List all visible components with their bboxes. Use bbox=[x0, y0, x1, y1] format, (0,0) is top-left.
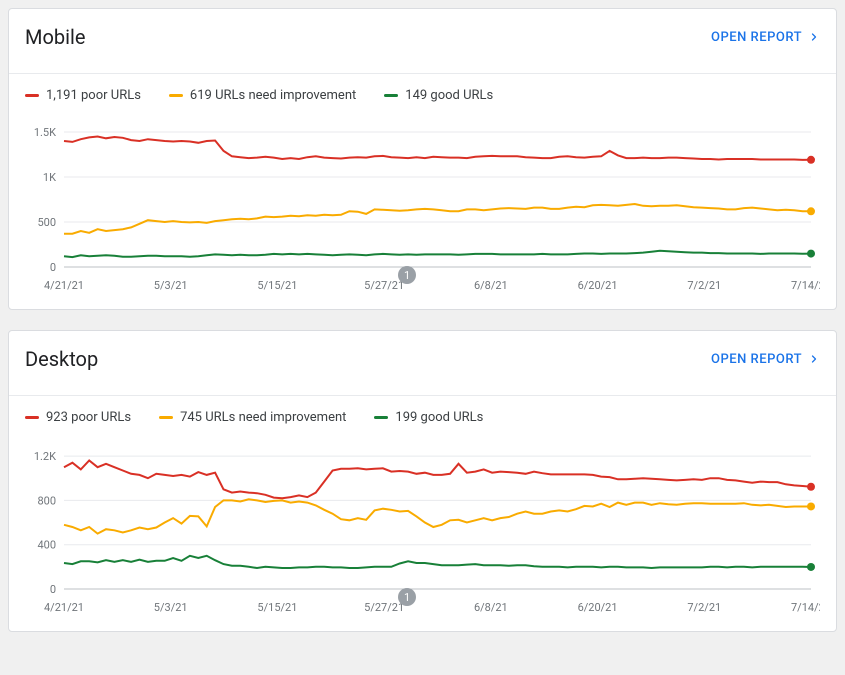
legend-item: 619 URLs need improvement bbox=[169, 88, 356, 103]
card-title: Desktop bbox=[25, 347, 98, 371]
y-tick-label: 1.2K bbox=[34, 450, 56, 463]
legend-swatch bbox=[159, 416, 173, 419]
legend-swatch bbox=[169, 94, 183, 97]
legend-swatch bbox=[25, 416, 39, 419]
chart-svg: 0 400 800 1.2K 4/21/21 5/3/21 5/15/21 5/27/21 6/… bbox=[25, 439, 820, 619]
event-marker-badge[interactable]: 1 bbox=[398, 588, 416, 606]
x-tick-label: 7/2/21 bbox=[687, 601, 721, 614]
legend-item: 199 good URLs bbox=[374, 410, 483, 425]
open-report-label: OPEN REPORT bbox=[711, 30, 802, 45]
x-tick-label: 5/27/21 bbox=[364, 601, 404, 614]
legend-item: 149 good URLs bbox=[384, 88, 493, 103]
series-good bbox=[64, 556, 811, 568]
y-tick-label: 1K bbox=[43, 171, 56, 184]
x-tick-label: 5/27/21 bbox=[364, 279, 404, 292]
series-poor bbox=[64, 137, 811, 160]
legend-item: 745 URLs need improvement bbox=[159, 410, 346, 425]
card-header: Desktop OPEN REPORT bbox=[25, 347, 820, 371]
x-tick-label: 5/3/21 bbox=[154, 279, 188, 292]
open-report-label: OPEN REPORT bbox=[711, 352, 802, 367]
legend-item: 923 poor URLs bbox=[25, 410, 131, 425]
open-report-button[interactable]: OPEN REPORT bbox=[711, 352, 820, 367]
chart-legend: 1,191 poor URLs 619 URLs need improvement… bbox=[25, 88, 820, 103]
x-tick-label: 5/15/21 bbox=[257, 279, 297, 292]
x-tick-label: 5/15/21 bbox=[257, 601, 297, 614]
x-tick-label: 6/20/21 bbox=[578, 601, 618, 614]
divider bbox=[9, 73, 836, 74]
series-endcap-good bbox=[807, 250, 815, 258]
y-tick-label: 800 bbox=[37, 494, 56, 507]
series-needs_improvement bbox=[64, 499, 811, 533]
x-tick-label: 4/21/21 bbox=[44, 601, 84, 614]
event-marker-badge[interactable]: 1 bbox=[398, 266, 416, 284]
card-header: Mobile OPEN REPORT bbox=[25, 25, 820, 49]
legend-swatch bbox=[374, 416, 388, 419]
x-tick-label: 6/8/21 bbox=[474, 601, 508, 614]
chevron-right-icon bbox=[808, 353, 820, 365]
x-tick-label: 5/3/21 bbox=[154, 601, 188, 614]
y-tick-label: 0 bbox=[50, 583, 56, 596]
x-tick-label: 6/8/21 bbox=[474, 279, 508, 292]
divider bbox=[9, 395, 836, 396]
legend-swatch bbox=[384, 94, 398, 97]
chart-legend: 923 poor URLs 745 URLs need improvement 19… bbox=[25, 410, 820, 425]
series-endcap-needs_improvement bbox=[807, 502, 815, 510]
card-title: Mobile bbox=[25, 25, 85, 49]
legend-label: 1,191 poor URLs bbox=[46, 88, 141, 103]
chart-wrap: 0 400 800 1.2K 4/21/21 5/3/21 5/15/21 5/27/21 6/… bbox=[25, 439, 820, 619]
chart-svg: 0 500 1K 1.5K 4/21/21 5/3/21 5/15/21 5/27/21 6/8… bbox=[25, 117, 820, 297]
series-endcap-good bbox=[807, 563, 815, 571]
series-poor bbox=[64, 461, 811, 499]
open-report-button[interactable]: OPEN REPORT bbox=[711, 30, 820, 45]
legend-label: 619 URLs need improvement bbox=[190, 88, 356, 103]
series-endcap-poor bbox=[807, 156, 815, 164]
panel-mobile: Mobile OPEN REPORT 1,191 poor URLs 619 URLs… bbox=[8, 8, 837, 310]
y-tick-label: 400 bbox=[37, 539, 56, 552]
y-tick-label: 1.5K bbox=[34, 126, 56, 139]
series-endcap-needs_improvement bbox=[807, 207, 815, 215]
x-tick-label: 6/20/21 bbox=[578, 279, 618, 292]
legend-label: 199 good URLs bbox=[395, 410, 483, 425]
y-tick-label: 500 bbox=[37, 216, 56, 229]
panel-desktop: Desktop OPEN REPORT 923 poor URLs 745 URLs … bbox=[8, 330, 837, 632]
x-tick-label: 4/21/21 bbox=[44, 279, 84, 292]
x-tick-label: 7/14/21 bbox=[791, 601, 820, 614]
series-needs_improvement bbox=[64, 204, 811, 234]
legend-label: 745 URLs need improvement bbox=[180, 410, 346, 425]
y-tick-label: 0 bbox=[50, 261, 56, 274]
x-tick-label: 7/14/21 bbox=[791, 279, 820, 292]
legend-label: 149 good URLs bbox=[405, 88, 493, 103]
legend-label: 923 poor URLs bbox=[46, 410, 131, 425]
legend-swatch bbox=[25, 94, 39, 97]
series-endcap-poor bbox=[807, 483, 815, 491]
x-tick-label: 7/2/21 bbox=[687, 279, 721, 292]
chart-wrap: 0 500 1K 1.5K 4/21/21 5/3/21 5/15/21 5/27/21 6/8… bbox=[25, 117, 820, 297]
legend-item: 1,191 poor URLs bbox=[25, 88, 141, 103]
chevron-right-icon bbox=[808, 31, 820, 43]
series-good bbox=[64, 251, 811, 257]
